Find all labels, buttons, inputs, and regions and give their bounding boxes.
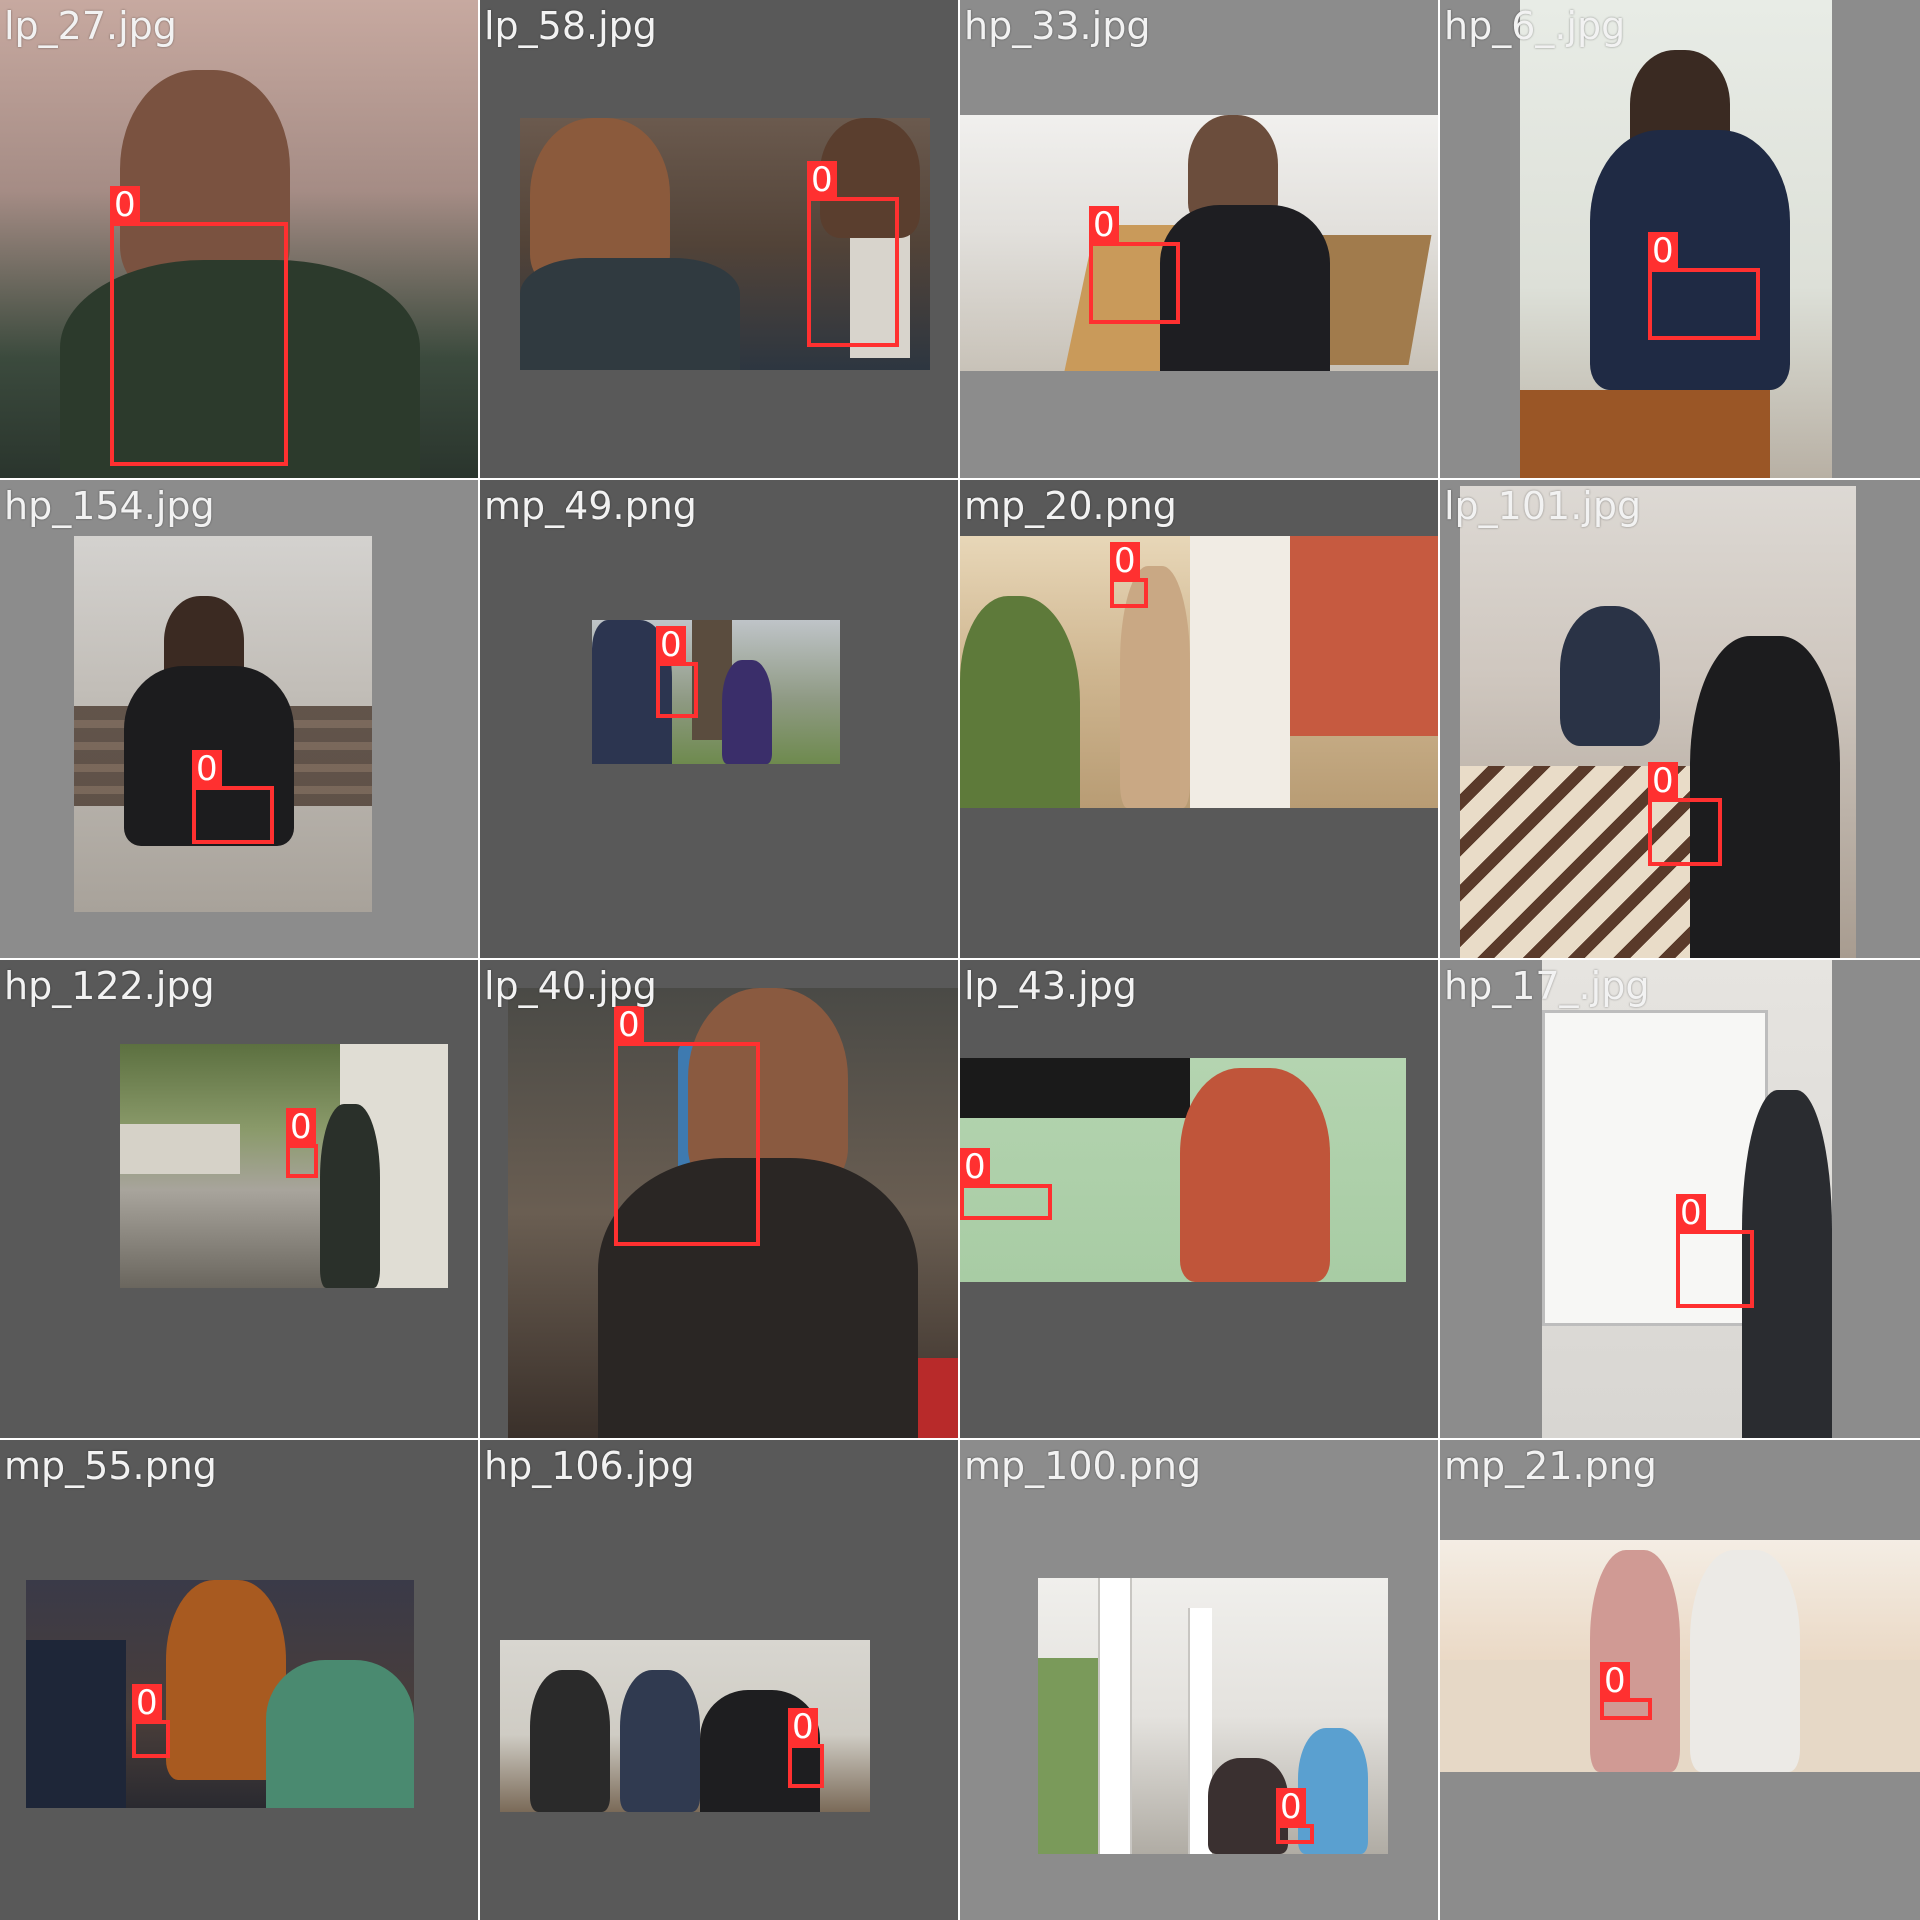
divider-h1 [0, 478, 1920, 480]
divider-h2 [0, 958, 1920, 960]
photo [1038, 1578, 1388, 1854]
filename-label: hp_17_.jpg [1444, 964, 1650, 1008]
tile-lp-27[interactable]: lp_27.jpg 0 [0, 0, 478, 478]
tile-hp-122[interactable]: hp_122.jpg 0 [0, 960, 478, 1438]
class-label: 0 [807, 161, 837, 199]
filename-label: lp_101.jpg [1444, 484, 1642, 528]
divider-v2 [958, 0, 960, 1920]
filename-label: lp_43.jpg [964, 964, 1137, 1008]
photo [960, 1058, 1406, 1282]
photo [592, 620, 840, 764]
photo [960, 115, 1438, 371]
class-label: 0 [1600, 1662, 1630, 1700]
filename-label: hp_33.jpg [964, 4, 1151, 48]
filename-label: lp_40.jpg [484, 964, 657, 1008]
class-label: 0 [192, 750, 222, 788]
detection-box [1676, 1230, 1754, 1308]
photo [26, 1580, 414, 1808]
filename-label: hp_122.jpg [4, 964, 215, 1008]
class-label: 0 [1676, 1194, 1706, 1232]
tile-lp-58[interactable]: lp_58.jpg 0 [480, 0, 958, 478]
detection-box [192, 786, 274, 844]
class-label: 0 [1276, 1788, 1306, 1826]
tile-mp-100[interactable]: mp_100.png 0 [960, 1440, 1438, 1920]
filename-label: hp_106.jpg [484, 1444, 695, 1488]
class-label: 0 [1648, 232, 1678, 270]
tile-hp-6[interactable]: hp_6_.jpg 0 [1440, 0, 1920, 478]
class-label: 0 [1089, 206, 1119, 244]
class-label: 0 [614, 1006, 644, 1044]
filename-label: mp_21.png [1444, 1444, 1657, 1488]
detection-box [1089, 242, 1180, 324]
tile-mp-55[interactable]: mp_55.png 0 [0, 1440, 478, 1920]
filename-label: lp_58.jpg [484, 4, 657, 48]
class-label: 0 [1648, 762, 1678, 800]
tile-lp-43[interactable]: lp_43.jpg 0 [960, 960, 1438, 1438]
detection-box [286, 1144, 318, 1178]
class-label: 0 [1110, 542, 1140, 580]
detection-box [960, 1184, 1052, 1220]
class-label: 0 [788, 1708, 818, 1746]
tile-lp-101[interactable]: lp_101.jpg 0 [1440, 480, 1920, 958]
tile-hp-106[interactable]: hp_106.jpg 0 [480, 1440, 958, 1920]
detection-box [132, 1720, 170, 1758]
tile-hp-17[interactable]: hp_17_.jpg 0 [1440, 960, 1920, 1438]
detection-box [110, 222, 288, 466]
filename-label: mp_20.png [964, 484, 1177, 528]
filename-label: mp_55.png [4, 1444, 217, 1488]
filename-label: lp_27.jpg [4, 4, 177, 48]
class-label: 0 [286, 1108, 316, 1146]
class-label: 0 [656, 626, 686, 664]
detection-box [656, 662, 698, 718]
filename-label: mp_100.png [964, 1444, 1202, 1488]
detection-box [614, 1042, 760, 1246]
tile-mp-21[interactable]: mp_21.png 0 [1440, 1440, 1920, 1920]
photo [960, 536, 1438, 808]
photo [1440, 1540, 1920, 1772]
photo [120, 1044, 448, 1288]
detection-box [1110, 578, 1148, 608]
photo [1460, 486, 1856, 958]
filename-label: hp_6_.jpg [1444, 4, 1626, 48]
class-label: 0 [110, 186, 140, 224]
photo [74, 536, 372, 912]
tile-mp-49[interactable]: mp_49.png 0 [480, 480, 958, 958]
divider-v3 [1438, 0, 1440, 1920]
tile-mp-20[interactable]: mp_20.png 0 [960, 480, 1438, 958]
filename-label: hp_154.jpg [4, 484, 215, 528]
class-label: 0 [960, 1148, 990, 1186]
detection-box [1648, 798, 1722, 866]
divider-v1 [478, 0, 480, 1920]
detection-box [1600, 1698, 1652, 1720]
detection-box [1648, 268, 1760, 340]
tile-lp-40[interactable]: lp_40.jpg 0 [480, 960, 958, 1438]
tile-hp-33[interactable]: hp_33.jpg 0 [960, 0, 1438, 478]
tile-hp-154[interactable]: hp_154.jpg 0 [0, 480, 478, 958]
divider-h3 [0, 1438, 1920, 1440]
detection-box [788, 1744, 824, 1788]
filename-label: mp_49.png [484, 484, 697, 528]
mosaic-grid: lp_27.jpg 0 lp_58.jpg 0 hp_33.jpg 0 hp_6… [0, 0, 1920, 1920]
detection-box [1276, 1824, 1314, 1844]
class-label: 0 [132, 1684, 162, 1722]
detection-box [807, 197, 899, 347]
